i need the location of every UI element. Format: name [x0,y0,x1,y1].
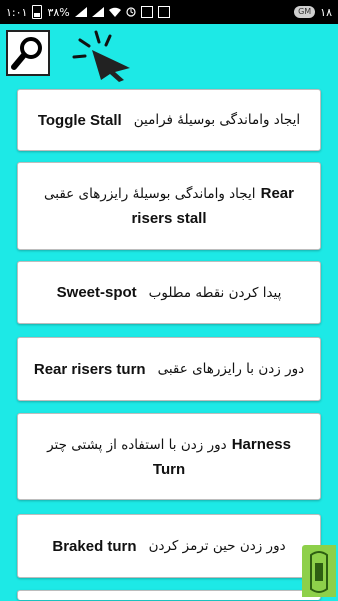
app-badge[interactable] [302,545,336,597]
avatar: GM [294,6,315,18]
list-item[interactable]: دور زدن حین ترمز کردن Braked turn [17,514,321,578]
item-title-fa: ایجاد واماندگی بوسیلهٔ فرامین [134,112,300,128]
time-text: ۱۸ [320,6,332,19]
search-button[interactable] [6,30,50,76]
toolbar [0,24,338,86]
item-title-en: Braked turn [52,538,136,555]
status-left: ۱:۰۱ ۳۸% [6,5,170,19]
wifi-icon [109,7,121,17]
item-title-fa: دور زدن حین ترمز کردن [149,538,286,554]
clock-text: ۱:۰۱ [6,6,27,19]
battery-icon [32,5,42,19]
item-title-fa: پیدا کردن نقطه مطلوب [149,285,282,301]
list-item[interactable]: ایجاد واماندگی بوسیلهٔ فرامین Toggle Sta… [17,89,321,151]
signal-icon [75,7,87,17]
signal-icon-2 [92,7,104,17]
item-title-en: Toggle Stall [38,112,122,129]
list-item[interactable]: ایجاد واماندگی بوسیلهٔ رایزرهای عقبی Rea… [17,162,321,250]
list-item[interactable]: دور زدن با استفاده از پشتی چتر Harness T… [17,413,321,500]
item-title-fa: دور زدن با استفاده از پشتی چتر [47,437,227,453]
item-title-fa: ایجاد واماندگی بوسیلهٔ رایزرهای عقبی [44,186,255,202]
search-icon [11,35,45,71]
list-item-partial[interactable] [17,590,321,600]
notification-icon [141,6,153,18]
cursor-click-icon [68,28,140,82]
notification-icon-2 [158,6,170,18]
item-title-fa: دور زدن با رایزرهای عقبی [158,361,305,377]
battery-percent: ۳۸% [47,6,69,19]
list-item[interactable]: دور زدن با رایزرهای عقبی Rear risers tur… [17,337,321,401]
alarm-icon [126,7,136,17]
list-item[interactable]: پیدا کردن نقطه مطلوب Sweet-spot [17,261,321,324]
status-bar: ۱:۰۱ ۳۸% GM ۱۸ [0,0,338,24]
item-title-en: Sweet-spot [57,284,137,301]
status-right: GM ۱۸ [294,6,332,19]
item-title-en: Rear risers turn [34,361,146,378]
pointer-button[interactable] [68,28,140,82]
store-logo-icon [302,545,336,597]
